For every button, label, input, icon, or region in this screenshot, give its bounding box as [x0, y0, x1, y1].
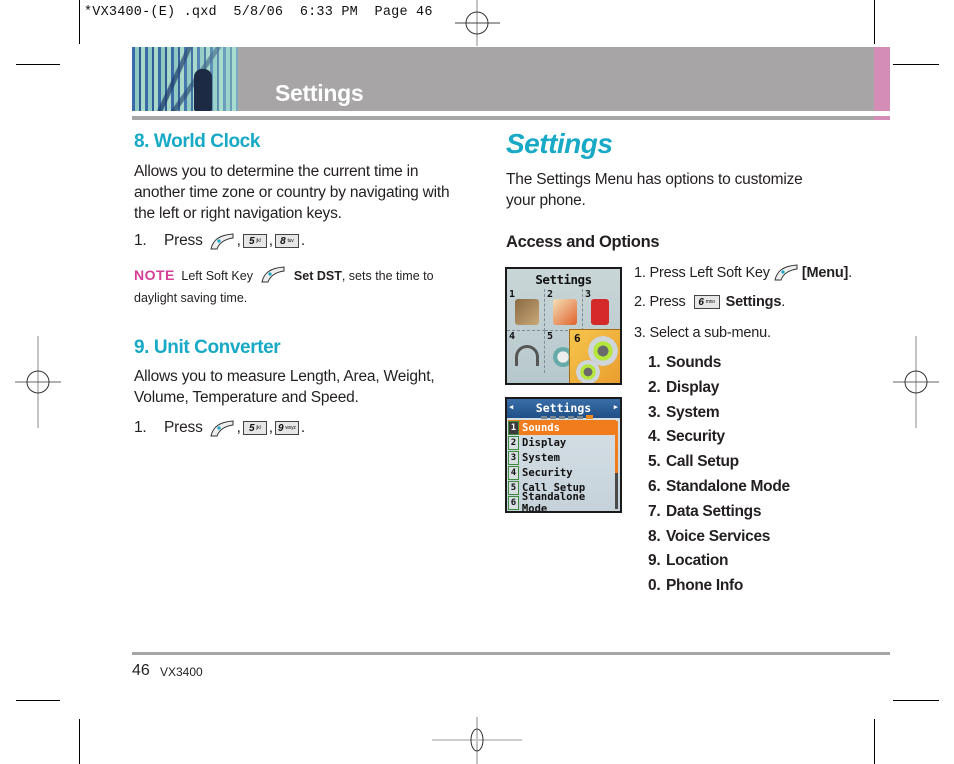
crop-mark — [874, 0, 875, 44]
left-soft-key-icon — [260, 266, 286, 283]
header-accent — [874, 47, 890, 111]
registration-mark-icon — [455, 0, 500, 46]
access-step-2: 2. Press 6 mno Settings. — [634, 294, 786, 310]
key-6-icon: 6 mno — [693, 295, 720, 309]
registration-mark-icon — [15, 336, 61, 428]
section-title: Settings — [275, 80, 364, 106]
submenu-item: 5. Call Setup — [648, 453, 739, 471]
phone-screen-main-menu: Settings 1 2 3 4 5 6 — [505, 267, 622, 385]
menu-grid-cell: 3 — [583, 289, 620, 331]
unit-converter-heading: 9. Unit Converter — [134, 337, 281, 358]
screen-title: Settings — [535, 272, 592, 287]
arrow-right-icon: ▶ — [613, 403, 618, 411]
list-item: 6 Standalone Mode — [508, 491, 616, 511]
print-slug: *VX3400-(E) .qxd 5/8/06 6:33 PM Page 46 — [84, 5, 433, 20]
page-number: 46 — [132, 662, 150, 679]
key-5-icon: 5 jkl — [242, 421, 267, 435]
submenu-item: 6. Standalone Mode — [648, 477, 790, 495]
mailbox-icon — [591, 299, 609, 325]
model-name: VX3400 — [160, 665, 203, 679]
contacts-book-icon — [515, 299, 539, 325]
left-soft-key-icon — [773, 264, 799, 281]
list-item: 2 Display — [508, 435, 616, 450]
header-rule — [132, 116, 874, 120]
page-title: Settings — [506, 128, 613, 159]
registration-mark-icon — [432, 717, 522, 764]
submenu-item: 3. System — [648, 403, 720, 421]
submenu-item: 2. Display — [648, 378, 720, 396]
call-log-icon — [553, 299, 577, 325]
step-label: Press — [164, 232, 203, 249]
screen-title: Settings — [535, 401, 592, 415]
crop-mark — [79, 0, 80, 44]
header-photo — [132, 47, 238, 111]
page-indicator — [541, 415, 593, 419]
step-number: 1. — [134, 232, 147, 249]
list-item: 4 Security — [508, 465, 616, 480]
crop-mark — [893, 64, 939, 65]
settings-gear-icon — [576, 360, 600, 383]
access-heading: Access and Options — [506, 233, 660, 251]
headphones-icon — [515, 345, 539, 366]
crop-mark — [79, 719, 80, 764]
menu-grid-cell: 2 — [545, 289, 583, 331]
key-8-icon: 8 tuv — [274, 234, 299, 248]
submenu-item: 4. Security — [648, 428, 725, 446]
world-clock-description: Allows you to determine the current time… — [134, 163, 450, 222]
menu-grid-cell-selected: 6 — [569, 329, 620, 383]
step-number: 1. — [134, 419, 147, 436]
left-soft-key-icon — [209, 419, 235, 437]
submenu-item: 0. Phone Info — [648, 577, 744, 595]
key-9-icon: 9 wxyz — [274, 421, 299, 435]
submenu-item: 9. Location — [648, 552, 729, 570]
crop-mark — [893, 700, 939, 701]
list-item: 3 System — [508, 450, 616, 465]
list-item: 1 Sounds — [508, 420, 616, 435]
crop-mark — [16, 64, 60, 65]
submenu-item: 1. Sounds — [648, 354, 722, 371]
settings-intro: The Settings Menu has options to customi… — [506, 171, 803, 209]
phone-screen-settings-list: ◀ Settings ▶ 1 Sounds 2 Display 3 System 4S… — [505, 397, 622, 513]
access-step-3: 3. Select a sub-menu. — [634, 325, 771, 341]
footer-rule — [132, 652, 890, 655]
settings-submenu-list: 1. Sounds 2. Display 3. System 4. Security 5… — [648, 354, 790, 602]
note-label: NOTE — [134, 267, 175, 283]
access-step-1: 1. Press Left Soft Key [Menu]. — [634, 264, 853, 281]
scrollbar — [615, 421, 618, 509]
world-clock-heading: 8. World Clock — [134, 131, 261, 152]
menu-grid-cell: 1 — [507, 289, 545, 331]
left-soft-key-icon — [209, 232, 235, 250]
registration-mark-icon — [893, 336, 939, 428]
submenu-item: 8. Voice Services — [648, 527, 771, 545]
unit-converter-description: Allows you to measure Length, Area, Weig… — [134, 368, 435, 406]
key-5-icon: 5 jkl — [242, 234, 267, 248]
submenu-item: 7. Data Settings — [648, 502, 762, 520]
menu-grid-cell: 4 — [507, 331, 545, 373]
step-label: Press — [164, 419, 203, 436]
crop-mark — [16, 700, 60, 701]
unit-converter-step: 1. Press , 5 jkl , 9 wxyz . — [134, 419, 305, 437]
crop-mark — [874, 719, 875, 764]
world-clock-step: 1. Press , 5 jkl , 8 tuv . — [134, 232, 305, 250]
world-clock-note: NOTE Left Soft Key Set DST, sets the tim… — [134, 266, 434, 305]
header-rule-accent — [874, 116, 890, 120]
